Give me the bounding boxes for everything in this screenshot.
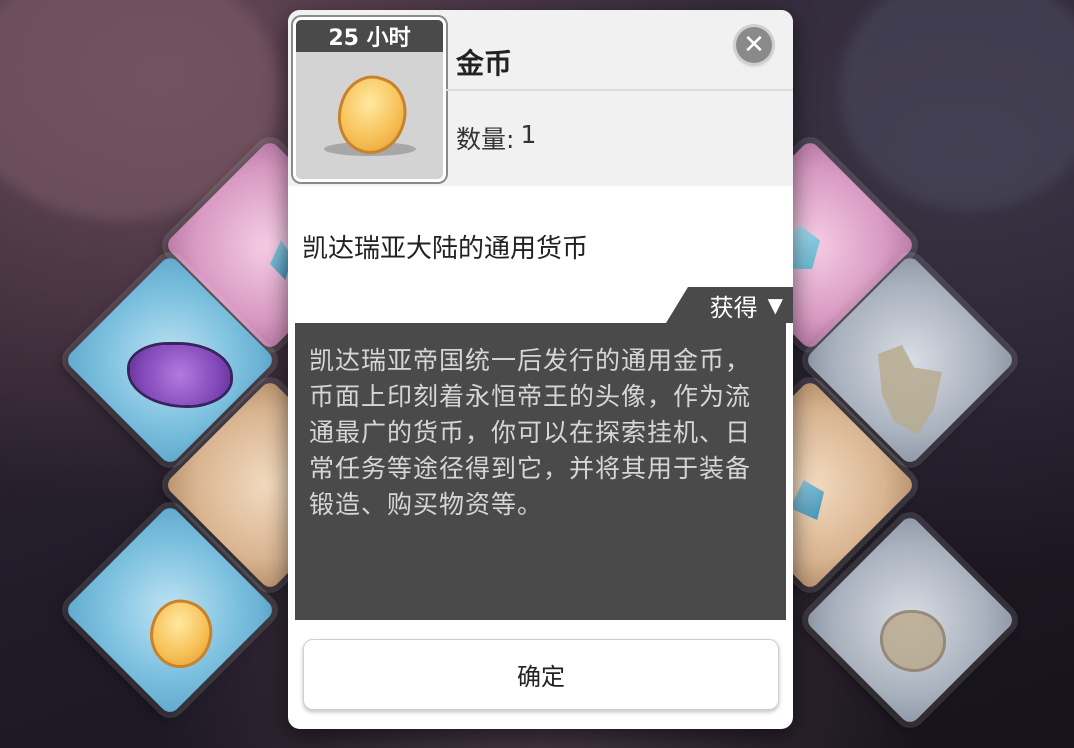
item-name: 金币 (456, 47, 513, 80)
modal-header: 25 小时 金币 数量: 1 ✕ (288, 10, 793, 186)
item-quantity: 数量: 1 (456, 120, 536, 156)
header-divider (446, 89, 793, 91)
obtain-tab[interactable]: 获得 ▼ (666, 287, 793, 323)
confirm-button[interactable]: 确定 (303, 639, 779, 710)
item-short-description: 凯达瑞亚大陆的通用货币 (302, 234, 589, 264)
caret-down-icon: ▼ (767, 293, 783, 317)
close-button[interactable]: ✕ (736, 27, 772, 63)
timer-badge: 25 小时 (296, 20, 443, 52)
item-card: 25 小时 (293, 17, 446, 182)
item-lore-text: 凯达瑞亚帝国统一后发行的通用金币，币面上印刻着永恒帝王的头像，作为流通最广的货币… (309, 346, 752, 519)
bg-glow (840, 0, 1074, 210)
quantity-value: 1 (520, 120, 537, 149)
faded-coin-icon (880, 610, 946, 672)
item-detail-modal: 25 小时 金币 数量: 1 ✕ 凯达瑞亚大陆的通用货币 获得 ▼ 凯达瑞亚帝国… (288, 10, 793, 729)
close-icon: ✕ (743, 30, 765, 60)
obtain-label: 获得 (709, 293, 758, 322)
lore-panel: 凯达瑞亚帝国统一后发行的通用金币，币面上印刻着永恒帝王的头像，作为流通最广的货币… (295, 323, 786, 620)
quantity-label: 数量: (456, 125, 515, 154)
